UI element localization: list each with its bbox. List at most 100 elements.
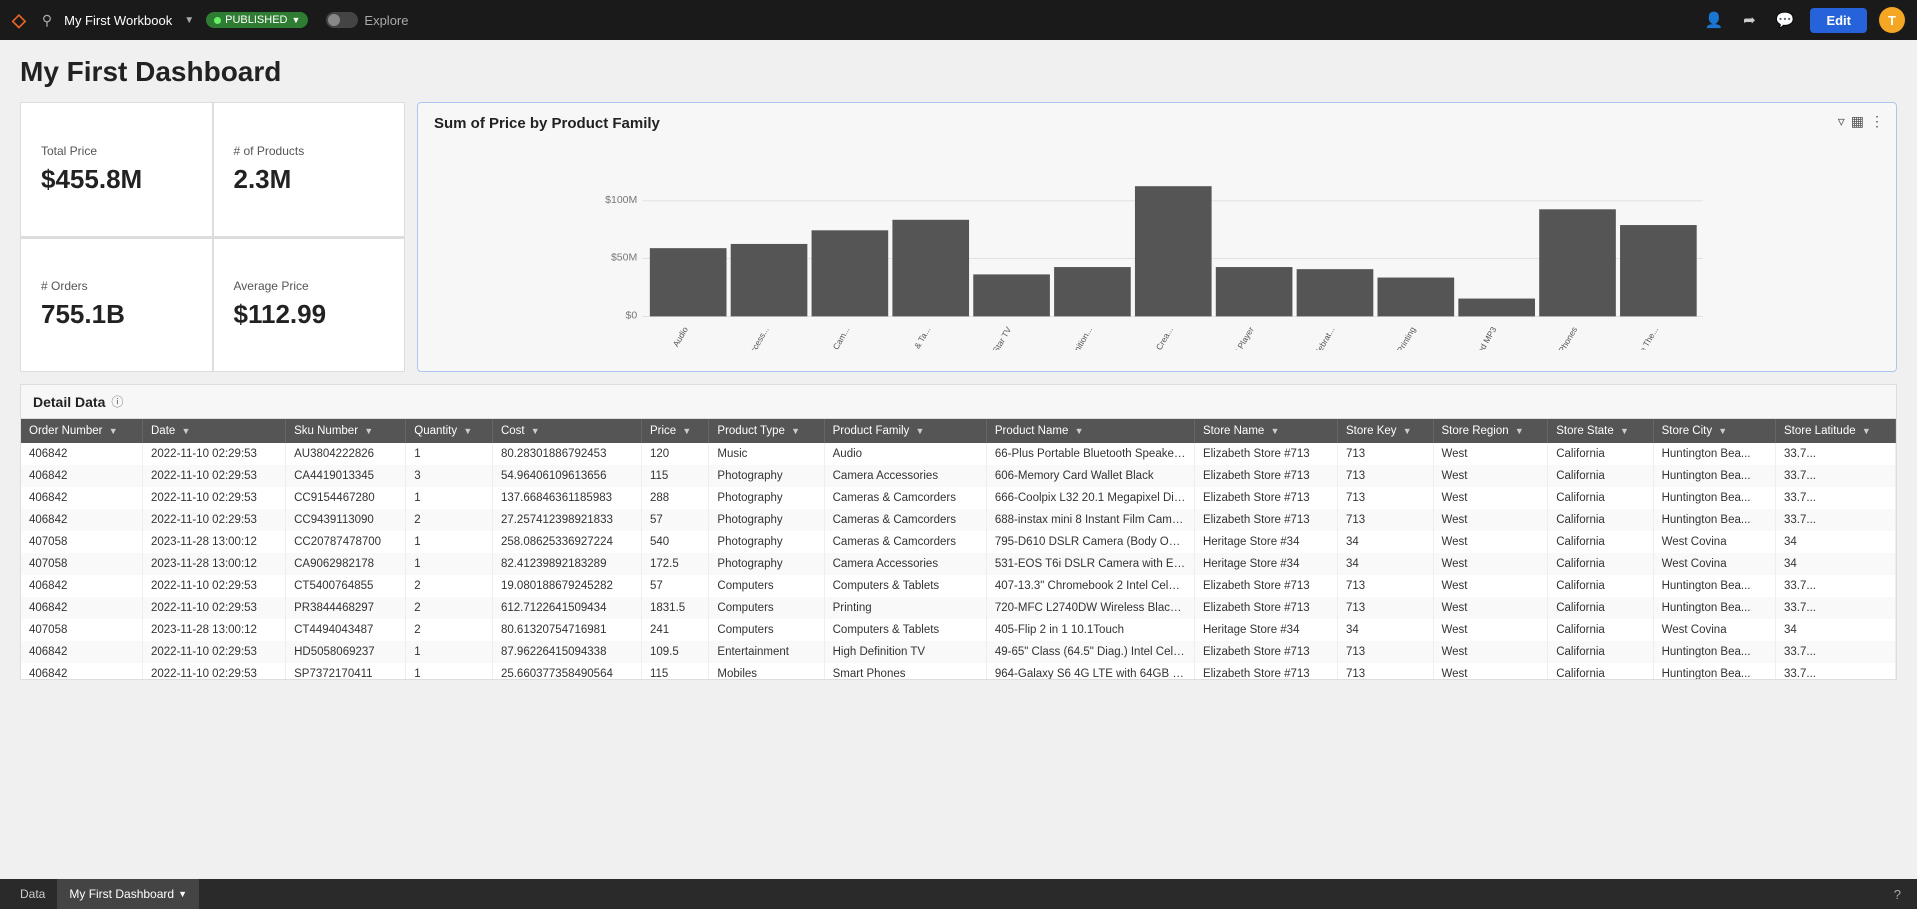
table-row[interactable]: 4068422022-11-10 02:29:53AU3804222826180… <box>21 443 1896 465</box>
table-cell-price: 288 <box>641 487 708 509</box>
sort-icon: ▼ <box>682 426 691 436</box>
filter-icon[interactable]: ▿ <box>1838 113 1845 130</box>
sort-icon: ▼ <box>1862 426 1871 436</box>
table-row[interactable]: 4068422022-11-10 02:29:53CA4419013345354… <box>21 465 1896 487</box>
table-header-store-state[interactable]: Store State ▼ <box>1548 419 1653 443</box>
table-row[interactable]: 4068422022-11-10 02:29:53CC9154467280113… <box>21 487 1896 509</box>
published-badge[interactable]: PUBLISHED ▼ <box>206 12 308 28</box>
table-cell-product-type: Photography <box>709 465 824 487</box>
table-cell-cost: 54.96406109613656 <box>492 465 641 487</box>
svg-text:Printing: Printing <box>1395 325 1418 350</box>
table-cell-store-name: Elizabeth Store #713 <box>1194 509 1337 531</box>
share-icon[interactable]: ➦ <box>1739 11 1760 29</box>
table-cell-sku-number: CA4419013345 <box>286 465 406 487</box>
table-cell-product-family: Computers & Tablets <box>824 575 986 597</box>
table-cell-price: 115 <box>641 465 708 487</box>
svg-text:Refurbished MP3: Refurbished MP3 <box>1457 325 1498 350</box>
table-row[interactable]: 4068422022-11-10 02:29:53SP7372170411125… <box>21 663 1896 679</box>
table-cell-store-name: Elizabeth Store #713 <box>1194 663 1337 679</box>
table-header-quantity[interactable]: Quantity ▼ <box>406 419 493 443</box>
svg-text:Cameras & Cam...: Cameras & Cam... <box>809 325 852 350</box>
user-icon[interactable]: 👤 <box>1700 11 1727 29</box>
table-cell-price: 241 <box>641 619 708 641</box>
table-cell-cost: 27.257412398921833 <box>492 509 641 531</box>
table-cell-date: 2022-11-10 02:29:53 <box>143 663 286 679</box>
explore-toggle[interactable] <box>326 12 358 28</box>
detail-header-title: Detail Data <box>33 394 105 410</box>
sort-icon: ▼ <box>1271 426 1280 436</box>
workbook-name[interactable]: My First Workbook <box>64 13 172 28</box>
table-cell-store-latitude: 34 <box>1776 531 1896 553</box>
sort-icon: ▼ <box>1515 426 1524 436</box>
table-cell-product-family: Audio <box>824 443 986 465</box>
edit-button[interactable]: Edit <box>1810 8 1867 33</box>
table-header-store-region[interactable]: Store Region ▼ <box>1433 419 1548 443</box>
table-cell-price: 172.5 <box>641 553 708 575</box>
table-cell-date: 2022-11-10 02:29:53 <box>143 487 286 509</box>
table-row[interactable]: 4070582023-11-28 13:00:12CC2078747870012… <box>21 531 1896 553</box>
table-row[interactable]: 4068422022-11-10 02:29:53PR3844468297261… <box>21 597 1896 619</box>
table-header-price[interactable]: Price ▼ <box>641 419 708 443</box>
table-cell-sku-number: CT4494043487 <box>286 619 406 641</box>
table-cell-store-latitude: 33.7... <box>1776 509 1896 531</box>
table-row[interactable]: 4068422022-11-10 02:29:53HD5058069237187… <box>21 641 1896 663</box>
page-title: My First Dashboard <box>20 56 1897 88</box>
table-cell-order-number: 406842 <box>21 663 143 679</box>
table-cell-product-type: Photography <box>709 531 824 553</box>
table-header-product-family[interactable]: Product Family ▼ <box>824 419 986 443</box>
grid-icon[interactable]: ▦ <box>1851 113 1864 130</box>
table-row[interactable]: 4070582023-11-28 13:00:12CA9062982178182… <box>21 553 1896 575</box>
svg-text:$0: $0 <box>626 310 638 322</box>
table-cell-order-number: 406842 <box>21 487 143 509</box>
table-cell-cost: 258.08625336927224 <box>492 531 641 553</box>
sort-icon: ▼ <box>364 426 373 436</box>
table-cell-product-name: 531-EOS T6i DSLR Camera with EF S 18 55m… <box>986 553 1194 575</box>
table-cell-store-region: West <box>1433 597 1548 619</box>
help-icon[interactable]: ? <box>1886 887 1909 902</box>
table-header-store-latitude[interactable]: Store Latitude ▼ <box>1776 419 1896 443</box>
table-cell-store-latitude: 34 <box>1776 553 1896 575</box>
table-row[interactable]: 4068422022-11-10 02:29:53CC9439113090227… <box>21 509 1896 531</box>
more-icon[interactable]: ⋮ <box>1870 113 1884 130</box>
table-header-store-city[interactable]: Store City ▼ <box>1653 419 1775 443</box>
table-cell-product-type: Photography <box>709 487 824 509</box>
table-cell-store-region: West <box>1433 531 1548 553</box>
table-header-order-number[interactable]: Order Number ▼ <box>21 419 143 443</box>
table-cell-product-family: High Definition TV <box>824 641 986 663</box>
table-cell-order-number: 406842 <box>21 443 143 465</box>
table-cell-store-region: West <box>1433 465 1548 487</box>
search-icon[interactable]: ⚲ <box>42 12 52 29</box>
table-cell-store-state: California <box>1548 641 1653 663</box>
table-cell-sku-number: HD5058069237 <box>286 641 406 663</box>
kpi-products: # of Products 2.3M <box>213 102 406 237</box>
table-cell-store-city: West Covina <box>1653 553 1775 575</box>
table-header-date[interactable]: Date ▼ <box>143 419 286 443</box>
table-cell-product-family: Camera Accessories <box>824 553 986 575</box>
bar-chart: $0 $50M $100M AudioCamera Access...Camer… <box>434 140 1880 350</box>
table-cell-order-number: 407058 <box>21 619 143 641</box>
table-cell-product-type: Photography <box>709 509 824 531</box>
comment-icon[interactable]: 💬 <box>1772 11 1799 29</box>
bottom-tab-dashboard[interactable]: My First Dashboard ▼ <box>57 879 199 909</box>
svg-text:Camera Access...: Camera Access... <box>729 325 770 350</box>
table-cell-store-city: Huntington Bea... <box>1653 487 1775 509</box>
bottom-tab-data[interactable]: Data <box>8 879 57 909</box>
table-header-store-key[interactable]: Store Key ▼ <box>1338 419 1434 443</box>
table-cell-quantity: 2 <box>406 597 493 619</box>
table-cell-store-key: 713 <box>1338 663 1434 679</box>
table-header-sku-number[interactable]: Sku Number ▼ <box>286 419 406 443</box>
table-header-store-name[interactable]: Store Name ▼ <box>1194 419 1337 443</box>
table-header-cost[interactable]: Cost ▼ <box>492 419 641 443</box>
svg-text:Computers & Ta...: Computers & Ta... <box>890 325 932 350</box>
table-row[interactable]: 4068422022-11-10 02:29:53CT5400764855219… <box>21 575 1896 597</box>
table-row[interactable]: 4070582023-11-28 13:00:12CT4494043487280… <box>21 619 1896 641</box>
table-cell-store-state: California <box>1548 619 1653 641</box>
table-cell-store-name: Elizabeth Store #713 <box>1194 465 1337 487</box>
table-cell-store-latitude: 34 <box>1776 619 1896 641</box>
kpi-orders-label: # Orders <box>41 279 192 293</box>
table-header-product-name[interactable]: Product Name ▼ <box>986 419 1194 443</box>
table-header-product-type[interactable]: Product Type ▼ <box>709 419 824 443</box>
chart-toolbar: ▿ ▦ ⋮ <box>1838 113 1884 130</box>
table-cell-cost: 25.660377358490564 <box>492 663 641 679</box>
detail-section: Detail Data ⓘ Order Number ▼Date ▼Sku Nu… <box>20 384 1897 680</box>
